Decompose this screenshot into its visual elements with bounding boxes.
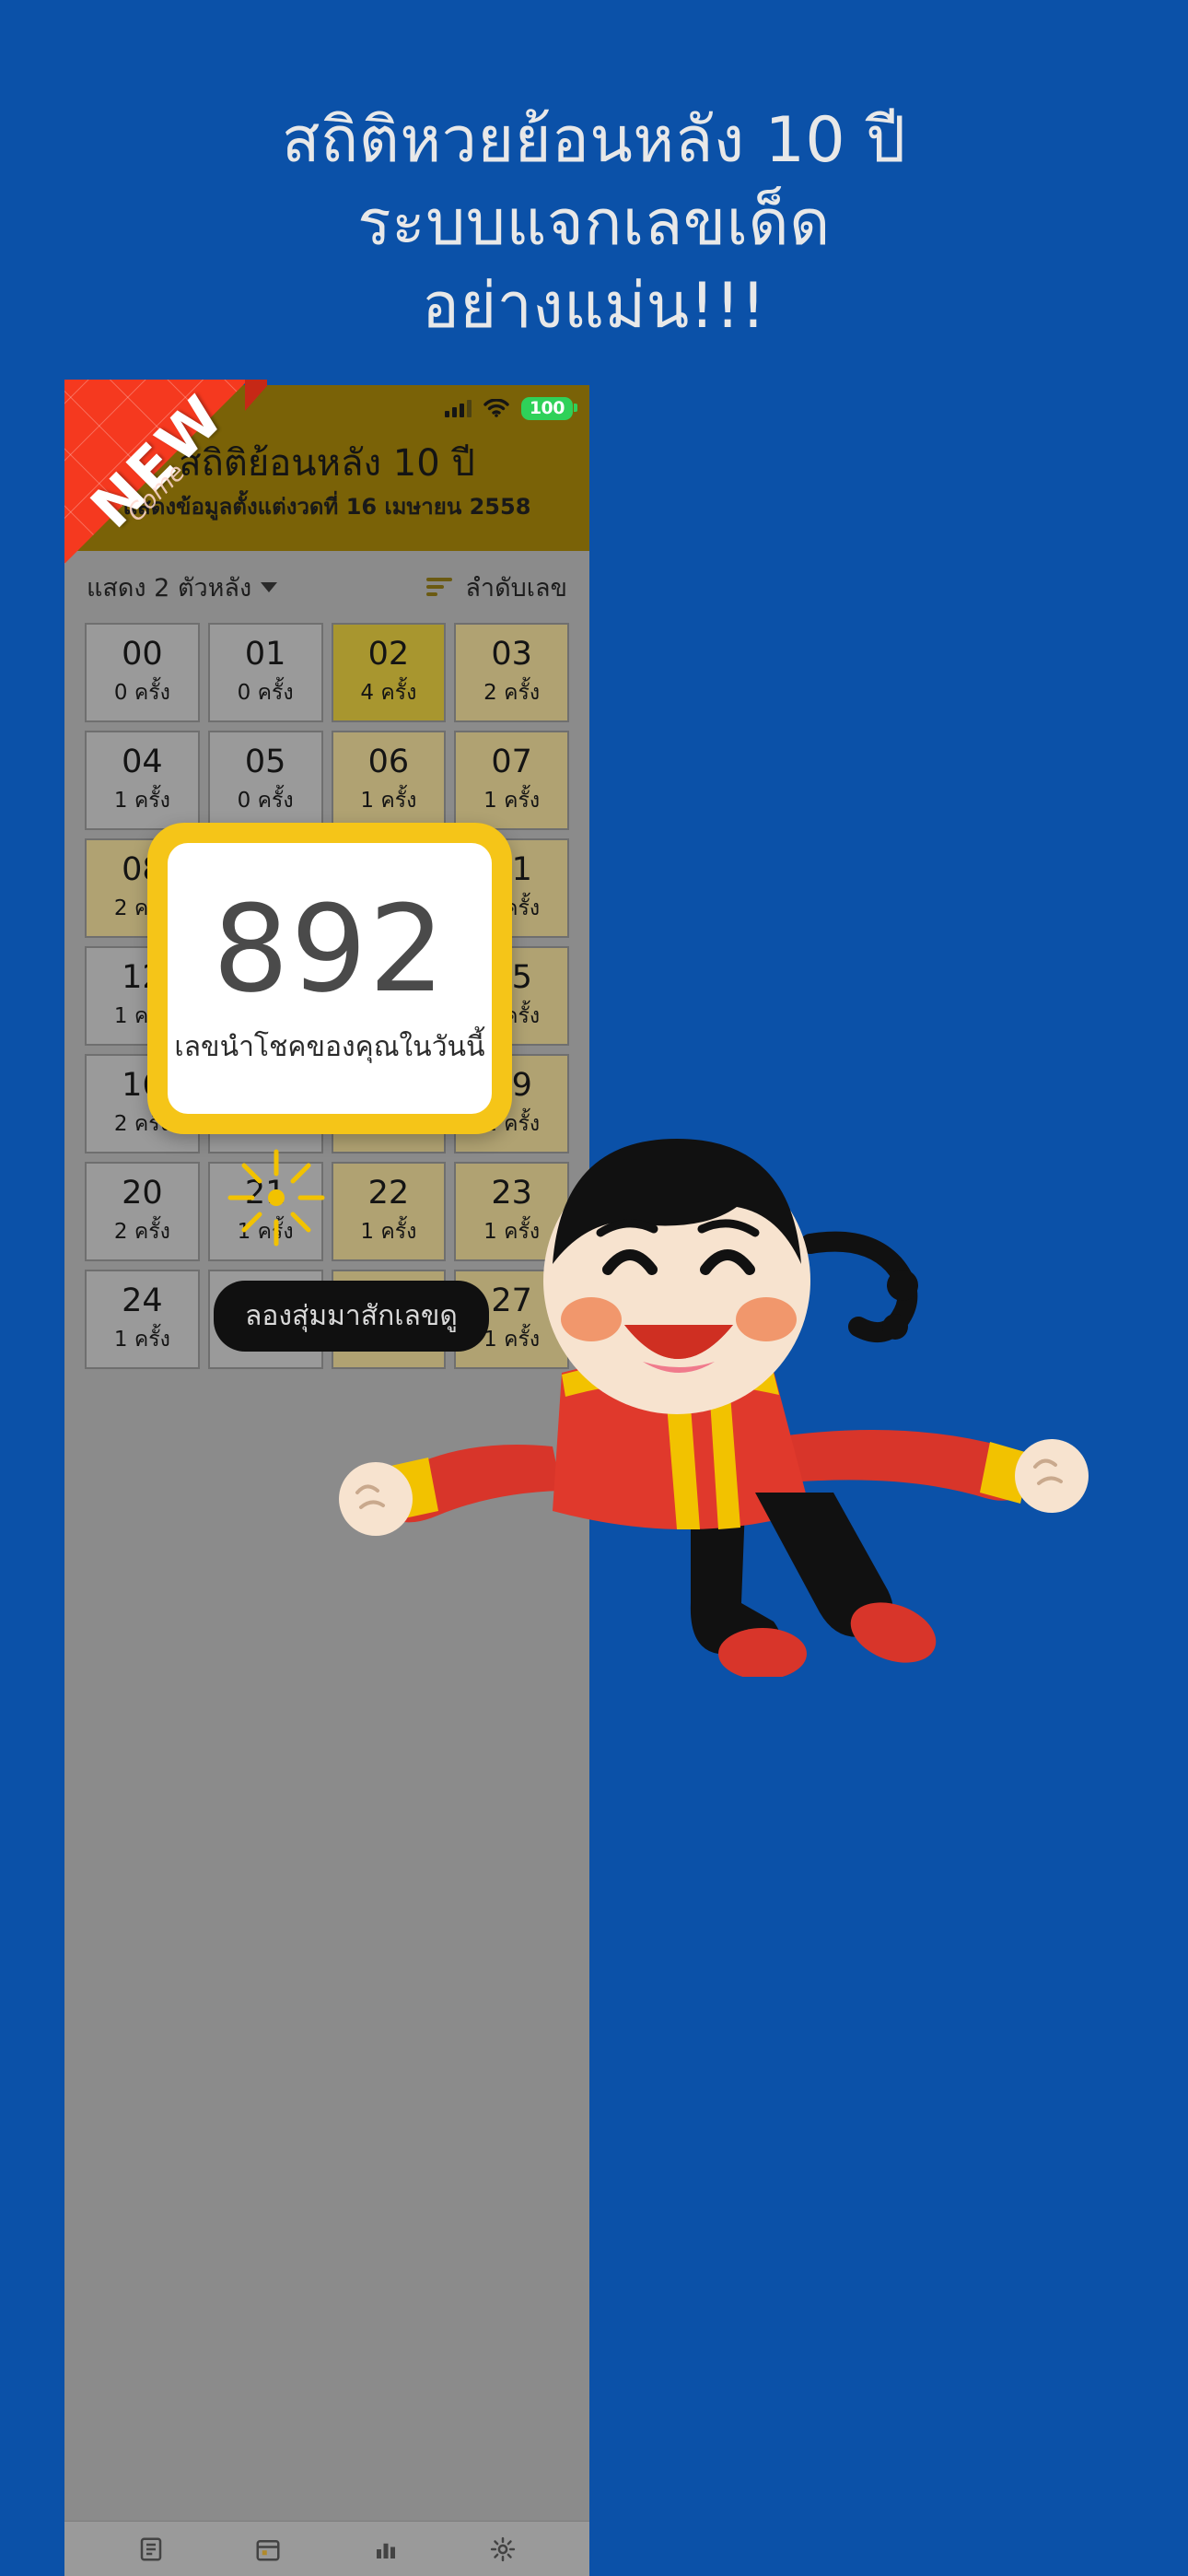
app-subtitle: แสดงข้อมูลตั้งแต่งวดที่ 16 เมษายน 2558 (122, 494, 531, 520)
status-time: 2 (81, 394, 97, 422)
list-icon[interactable] (135, 2535, 167, 2563)
number-cell[interactable]: 05 0 ครั้ง (207, 731, 323, 830)
number-cell[interactable]: 20 2 ครั้ง (85, 1162, 200, 1261)
number-cell-value: 00 (122, 636, 163, 673)
number-cell[interactable]: 03 2 ครั้ง (454, 623, 569, 722)
number-cell-count: 0 ครั้ง (237, 789, 294, 813)
number-cell-count: 2 ครั้ง (483, 681, 541, 705)
calendar-icon[interactable] (252, 2535, 284, 2563)
number-cell[interactable]: 07 1 ครั้ง (454, 731, 569, 830)
number-cell-value: 06 (367, 744, 410, 780)
number-cell[interactable]: 04 1 ครั้ง (85, 731, 200, 830)
number-cell-value: 05 (244, 744, 286, 780)
number-cell-count: 1 ครั้ง (360, 789, 417, 813)
digits-filter-label: แสดง 2 ตัวหลัง (87, 573, 252, 603)
chart-icon[interactable] (370, 2535, 402, 2563)
number-cell-value: 20 (122, 1175, 163, 1212)
digits-filter-dropdown[interactable]: แสดง 2 ตัวหลัง (87, 568, 278, 607)
chevron-down-icon (261, 581, 278, 592)
number-cell-count: 0 ครั้ง (113, 681, 170, 705)
number-cell-count: 1 ครั้ง (113, 1328, 170, 1352)
number-cell[interactable]: 00 0 ครั้ง (85, 623, 200, 722)
bottom-nav (64, 2521, 589, 2576)
number-cell-value: 03 (491, 636, 532, 673)
number-cell-count: 1 ครั้ง (113, 789, 170, 813)
number-cell[interactable]: 01 0 ครั้ง (207, 623, 323, 722)
page-headline: สถิติหวยย้อนหลัง 10 ปี ระบบแจกเลขเด็ด อย… (0, 100, 1188, 347)
headline-line-1: สถิติหวยย้อนหลัง 10 ปี (282, 104, 906, 177)
lucky-number-value: 892 (212, 878, 448, 1019)
number-cell[interactable]: 06 1 ครั้ง (331, 731, 447, 830)
sort-label: ลำดับเลข (465, 573, 567, 603)
headline-line-2: ระบบแจกเลขเด็ด (357, 186, 831, 260)
number-cell-count: 0 ครั้ง (237, 681, 294, 705)
gear-icon[interactable] (487, 2535, 518, 2563)
app-header-bar: 2 100 สถิติย้อนหลัง 10 ปี แสดงข้อมูลตั้ง… (64, 385, 589, 551)
number-cell-value: 24 (122, 1282, 163, 1319)
headline-line-3: อย่างแม่น!!! (422, 269, 766, 343)
battery-badge: 100 (520, 396, 578, 420)
number-cell-value: 01 (244, 636, 286, 673)
number-cell-value: 02 (367, 636, 410, 673)
app-title: สถิติย้อนหลัง 10 ปี (179, 442, 475, 485)
number-cell[interactable]: 02 4 ครั้ง (331, 623, 447, 722)
number-cell-count: 2 ครั้ง (113, 1220, 170, 1244)
number-cell-count: 4 ครั้ง (360, 681, 417, 705)
number-cell-value: 04 (122, 744, 163, 780)
wifi-icon (483, 399, 509, 417)
filter-bar: แสดง 2 ตัวหลัง ลำดับเลข (64, 551, 589, 623)
cellular-signal-icon (444, 399, 472, 417)
number-cell-count: 1 ครั้ง (483, 789, 541, 813)
sort-control[interactable]: ลำดับเลข (426, 568, 567, 607)
number-cell[interactable]: 24 1 ครั้ง (85, 1270, 200, 1369)
mascot-illustration (339, 1139, 1089, 1677)
number-cell-value: 07 (491, 744, 532, 780)
sort-icon (426, 578, 453, 596)
status-bar: 2 100 (64, 385, 589, 431)
